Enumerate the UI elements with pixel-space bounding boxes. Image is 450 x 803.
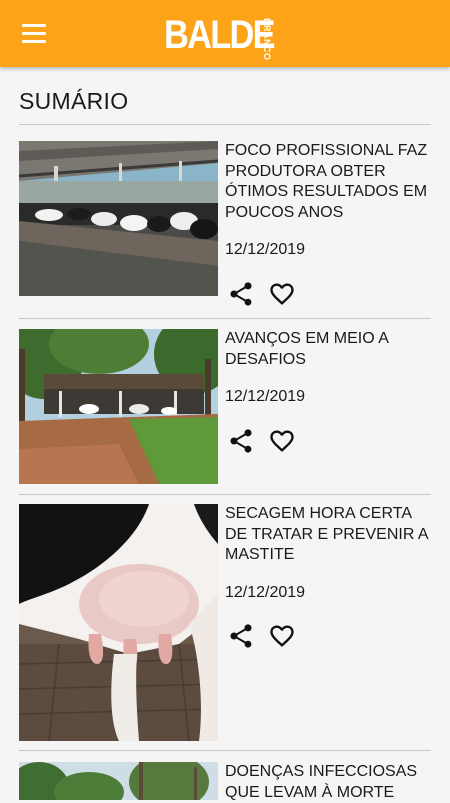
heart-outline-icon[interactable] [268, 622, 296, 650]
app-logo: BALDE BRANCO [164, 6, 276, 62]
heart-outline-icon[interactable] [268, 427, 296, 455]
app-bar: BALDE BRANCO [0, 0, 450, 67]
logo-subtext: BRANCO [262, 18, 272, 61]
article-card[interactable]: DOENÇAS INFECCIOSAS QUE LEVAM À MORTE [19, 762, 431, 801]
article-image[interactable] [19, 762, 218, 800]
logo-text: BALDE [164, 13, 276, 57]
article-date: 12/12/2019 [225, 241, 306, 258]
article-divider [19, 494, 431, 495]
share-icon[interactable] [227, 280, 255, 308]
title-divider [19, 124, 431, 125]
article-title[interactable]: SECAGEM HORA CERTA DE TRATAR E PREVENIR … [225, 504, 435, 566]
article-divider [19, 750, 431, 751]
article-date: 12/12/2019 [225, 584, 306, 601]
article-image[interactable] [19, 329, 218, 484]
heart-outline-icon[interactable] [268, 280, 296, 308]
menu-icon[interactable] [22, 24, 48, 44]
article-title[interactable]: FOCO PROFISSIONAL FAZ PRODUTORA OBTER ÓT… [225, 141, 435, 223]
share-icon[interactable] [227, 427, 255, 455]
article-title[interactable]: AVANÇOS EM MEIO A DESAFIOS [225, 329, 435, 370]
page-title: SUMÁRIO [19, 88, 129, 114]
share-icon[interactable] [227, 622, 255, 650]
article-card[interactable]: FOCO PROFISSIONAL FAZ PRODUTORA OBTER ÓT… [19, 141, 431, 321]
article-card[interactable]: AVANÇOS EM MEIO A DESAFIOS 12/12/2019 [19, 329, 431, 499]
article-divider [19, 318, 431, 319]
article-card[interactable]: SECAGEM HORA CERTA DE TRATAR E PREVENIR … [19, 504, 431, 751]
article-image[interactable] [19, 504, 218, 741]
article-image[interactable] [19, 141, 218, 296]
article-title[interactable]: DOENÇAS INFECCIOSAS QUE LEVAM À MORTE [225, 762, 435, 803]
article-date: 12/12/2019 [225, 388, 306, 405]
